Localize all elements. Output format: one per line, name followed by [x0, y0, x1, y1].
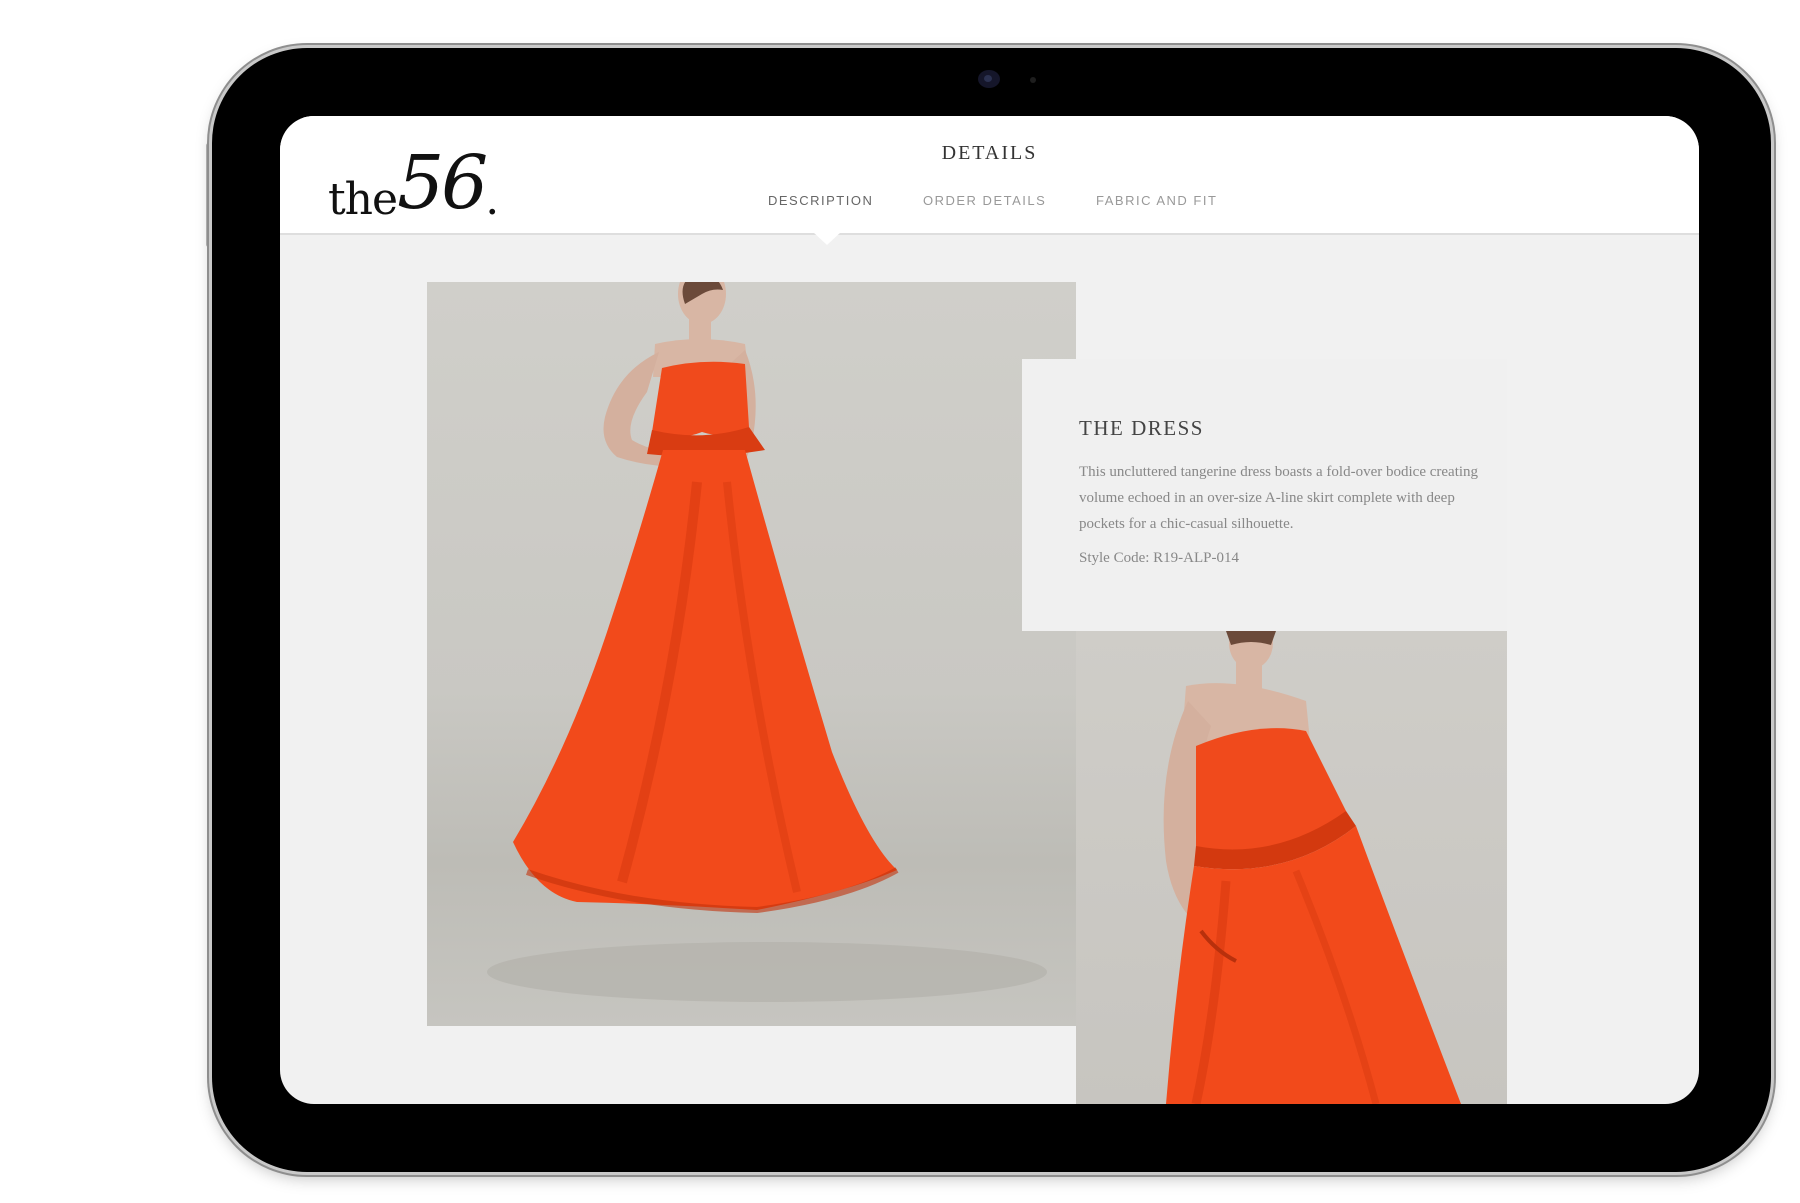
tab-order-details[interactable]: ORDER DETAILS — [923, 193, 1046, 208]
product-description: This uncluttered tangerine dress boasts … — [1079, 464, 1479, 532]
tab-fabric-and-fit[interactable]: FABRIC AND FIT — [1096, 193, 1217, 208]
tab-description[interactable]: DESCRIPTION — [768, 193, 873, 208]
dress-detail-illustration — [1163, 631, 1461, 1104]
tablet-screen: the56. DETAILS DESCRIPTION ORDER DETAILS… — [280, 116, 1699, 1104]
product-photo-detail — [1076, 631, 1507, 1104]
product-photo-full-length — [427, 282, 1076, 1026]
page-header: the56. DETAILS DESCRIPTION ORDER DETAILS… — [280, 116, 1699, 235]
page-title: DETAILS — [941, 142, 1038, 164]
logo-dot: . — [485, 174, 499, 225]
active-tab-indicator — [813, 232, 841, 245]
product-description-card: THE DRESS This uncluttered tangerine dre… — [1022, 359, 1507, 631]
logo-the: the — [328, 174, 398, 225]
product-title: THE DRESS — [1079, 416, 1204, 440]
style-code: Style Code: R19-ALP-014 — [1079, 550, 1239, 566]
camera-icon — [978, 70, 1000, 88]
power-button — [206, 143, 211, 247]
dress-full-illustration — [487, 282, 1047, 1002]
sensor-dot — [1030, 77, 1036, 83]
